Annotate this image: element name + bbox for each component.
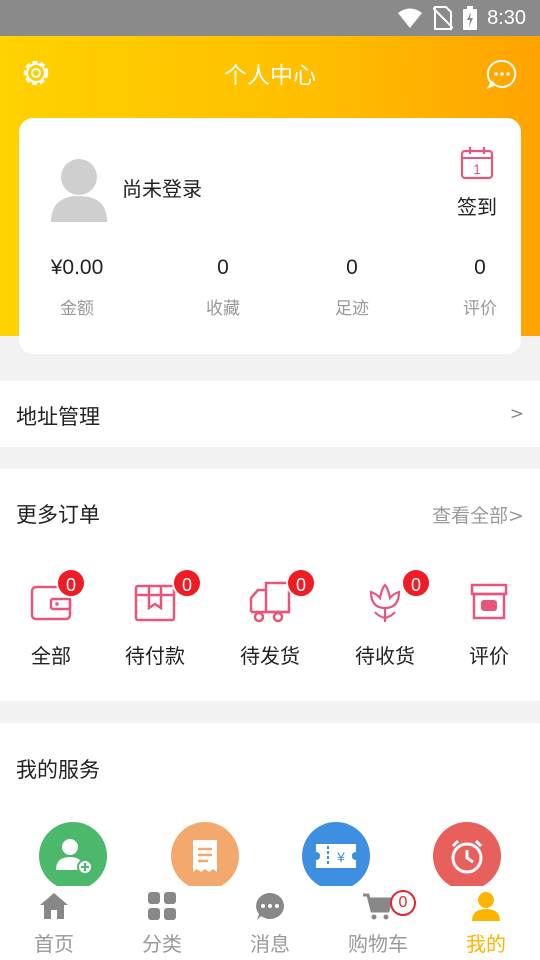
calendar-day: 1 [473, 161, 481, 177]
order-all[interactable]: 0 全部 [11, 568, 91, 668]
service-alarm[interactable] [433, 822, 501, 890]
settings-button[interactable] [20, 57, 52, 89]
order-label: 待付款 [125, 644, 185, 668]
battery-icon [463, 6, 478, 30]
stat-label: 评价 [463, 299, 497, 319]
page-title: 个人中心 [224, 63, 316, 89]
address-label: 地址管理 [16, 405, 100, 429]
stat-value: ¥0.00 [50, 256, 104, 279]
stat-label: 金额 [60, 299, 94, 319]
gear-icon [23, 60, 49, 86]
package-icon [134, 584, 176, 622]
coupon-icon: ¥ [316, 844, 356, 868]
stat-balance[interactable]: ¥0.00 金额 [22, 256, 132, 319]
sign-in-button[interactable]: 1 签到 [449, 146, 505, 219]
add-user-icon [56, 839, 93, 875]
stat-reviews[interactable]: 0 评价 [425, 256, 535, 319]
truck-icon [249, 581, 291, 623]
tab-messages[interactable]: 消息 [216, 886, 324, 960]
tab-home[interactable]: 首页 [0, 886, 108, 960]
stat-value: 0 [474, 256, 486, 279]
services-title: 我的服务 [16, 758, 100, 782]
svg-text:¥: ¥ [336, 849, 345, 865]
order-label: 全部 [31, 644, 71, 668]
flower-icon [369, 583, 401, 622]
cart-icon [363, 893, 393, 920]
order-label: 待收货 [355, 644, 415, 668]
message-icon [256, 893, 284, 920]
tab-label: 首页 [34, 932, 74, 956]
alarm-clock-icon [451, 839, 483, 874]
wifi-icon [398, 8, 423, 28]
tab-cart[interactable]: 购物车 [324, 886, 432, 960]
orders-title: 更多订单 [16, 503, 100, 527]
bottom-tab-bar: 首页 分类 消息 购物车 我的 [0, 886, 540, 960]
avatar[interactable] [51, 158, 107, 222]
tab-category[interactable]: 分类 [108, 886, 216, 960]
order-pending-receipt[interactable]: 0 待收货 [345, 568, 431, 668]
user-icon [472, 892, 500, 921]
home-icon [40, 893, 68, 919]
order-badge: 0 [286, 568, 316, 598]
service-receipt[interactable] [171, 822, 239, 890]
login-status[interactable]: 尚未登录 [122, 173, 202, 202]
view-all-orders-link[interactable]: 查看全部> [432, 501, 524, 528]
archive-icon [470, 583, 508, 620]
tab-mine[interactable]: 我的 [432, 886, 540, 960]
receipt-icon [193, 840, 217, 872]
tab-label: 购物车 [348, 932, 408, 956]
address-management-row[interactable]: 地址管理 > [0, 381, 540, 447]
order-label: 评价 [469, 644, 509, 668]
stat-footprints[interactable]: 0 足迹 [297, 256, 407, 319]
profile-card: 尚未登录 1 签到 ¥0.00 金额 0 收藏 0 足迹 0 评价 [19, 118, 521, 354]
stat-value: 0 [346, 256, 358, 279]
stat-label: 收藏 [206, 299, 240, 319]
tab-label: 消息 [250, 932, 290, 956]
stat-value: 0 [217, 256, 229, 279]
message-button[interactable] [486, 58, 518, 90]
tab-label: 分类 [142, 932, 182, 956]
tab-label: 我的 [466, 932, 506, 956]
order-label: 待发货 [240, 644, 300, 668]
no-sim-icon [433, 6, 454, 30]
order-badge: 0 [56, 568, 86, 598]
stat-favorites[interactable]: 0 收藏 [168, 256, 278, 319]
order-review[interactable]: 评价 [449, 568, 529, 668]
order-badge: 0 [401, 568, 431, 598]
status-bar: 8:30 [0, 0, 540, 36]
sign-in-label: 签到 [457, 195, 497, 219]
service-add-user[interactable] [39, 822, 107, 890]
calendar-icon: 1 [460, 147, 494, 180]
status-time: 8:30 [487, 6, 526, 29]
category-icon [148, 892, 176, 920]
chat-bubble-icon [486, 59, 517, 90]
order-pending-payment[interactable]: 0 待付款 [115, 568, 202, 668]
chevron-right-icon: > [509, 404, 524, 424]
cart-badge: 0 [390, 890, 416, 916]
order-pending-shipment[interactable]: 0 待发货 [230, 568, 316, 668]
order-badge: 0 [172, 568, 202, 598]
service-coupon[interactable]: ¥ [302, 822, 370, 890]
stat-label: 足迹 [335, 299, 369, 319]
